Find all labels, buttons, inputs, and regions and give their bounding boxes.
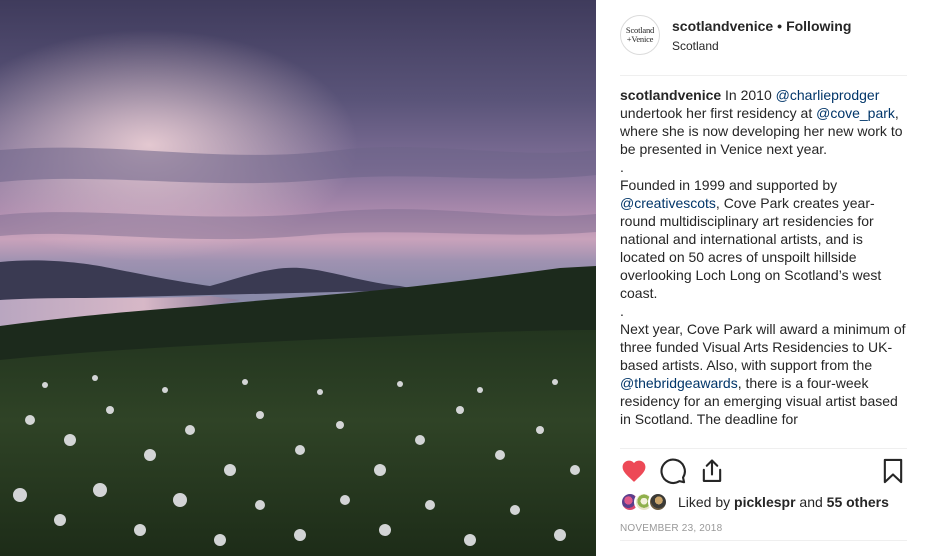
- mention-link[interactable]: @thebridgeawards: [620, 375, 738, 391]
- following-button[interactable]: Following: [786, 18, 851, 34]
- likes-text: Liked by picklespr and 55 others: [678, 494, 889, 510]
- post-sidebar: Scotland +Venice scotlandvenice • Followin…: [596, 0, 927, 556]
- share-icon: [702, 459, 722, 482]
- share-button[interactable]: [698, 457, 726, 485]
- likes-prefix: Liked by: [678, 494, 735, 510]
- likes-row: Liked by picklespr and 55 others: [620, 492, 907, 514]
- header-separator: •: [777, 18, 783, 34]
- post-photo[interactable]: [0, 0, 596, 556]
- like-button[interactable]: [620, 457, 648, 485]
- caption-text: scotlandvenice In 2010 @charlieprodger u…: [620, 86, 910, 428]
- likes-and: and: [795, 494, 827, 510]
- caption-username[interactable]: scotlandvenice: [620, 87, 721, 103]
- post-header: Scotland +Venice scotlandvenice • Followin…: [620, 14, 907, 76]
- action-bar: [620, 448, 907, 492]
- mention-link[interactable]: @charlieprodger: [776, 87, 880, 103]
- first-liker-link[interactable]: picklespr: [734, 494, 795, 510]
- header-username[interactable]: scotlandvenice: [672, 18, 773, 34]
- avatar-logo-text-2: +Venice: [626, 34, 654, 44]
- caption-area[interactable]: scotlandvenice In 2010 @charlieprodger u…: [620, 86, 910, 448]
- header-user-line: scotlandvenice • Following: [672, 18, 851, 34]
- avatar[interactable]: Scotland +Venice: [620, 15, 660, 55]
- divider: [620, 540, 907, 541]
- comment-button[interactable]: [659, 457, 687, 485]
- landscape-photo: [0, 0, 596, 556]
- heart-filled-icon: [622, 460, 646, 482]
- bookmark-icon: [883, 458, 903, 484]
- others-likes-link[interactable]: 55 others: [827, 494, 889, 510]
- mention-link[interactable]: @cove_park: [816, 105, 895, 121]
- caption-body-text: In 2010: [721, 87, 776, 103]
- post-date[interactable]: NOVEMBER 23, 2018: [620, 523, 722, 534]
- save-button[interactable]: [879, 457, 907, 485]
- location-link[interactable]: Scotland: [672, 39, 719, 53]
- mention-link[interactable]: @creativescots: [620, 195, 716, 211]
- comment-icon: [660, 458, 686, 484]
- liker-avatars[interactable]: [620, 492, 672, 512]
- liker-avatar: [648, 492, 668, 512]
- caption-body-text: , Cove Park creates year-round multidisc…: [620, 195, 906, 373]
